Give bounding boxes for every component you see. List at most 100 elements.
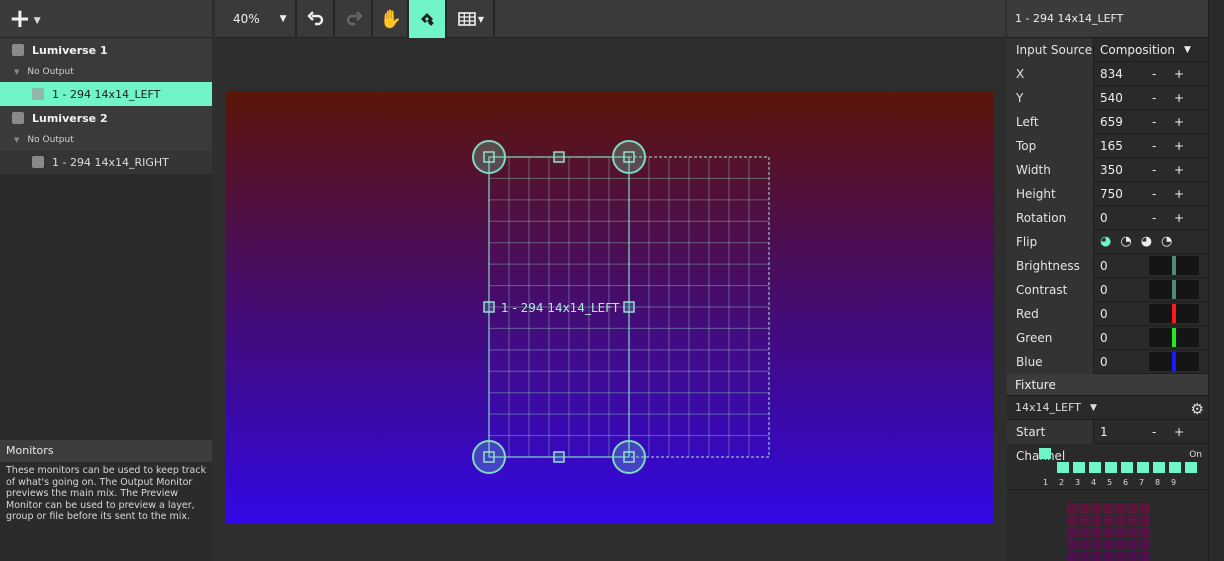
add-menu[interactable]: + ▼ <box>0 0 212 38</box>
universe-checkbox[interactable] <box>12 112 24 124</box>
increment-button[interactable]: + <box>1174 139 1184 153</box>
decrement-button[interactable]: - <box>1152 187 1156 201</box>
triangle-down-icon[interactable]: ▼ <box>14 136 19 144</box>
prop-value-field[interactable]: 0 <box>1094 350 1208 374</box>
panel-title: 1 - 294 14x14_LEFT <box>1007 0 1208 38</box>
plus-icon[interactable]: + <box>9 6 31 32</box>
flip-vertical-icon[interactable]: ◕ <box>1141 234 1152 249</box>
decrement-button[interactable]: - <box>1152 91 1156 105</box>
channel-cell[interactable] <box>1185 462 1197 473</box>
prop-label: Rotation <box>1007 205 1094 230</box>
prop-value-field[interactable]: 0 <box>1094 254 1208 278</box>
preview-pixel <box>1127 515 1138 526</box>
handle-bottom-left[interactable] <box>472 440 506 474</box>
increment-button[interactable]: + <box>1174 67 1184 81</box>
monitors-header: Monitors <box>0 440 212 462</box>
prop-value-field[interactable]: 540 - + <box>1094 86 1208 110</box>
layers-panel: + ▼ Lumiverse 1 ▼ No Output 1 - 294 14x1… <box>0 0 212 561</box>
flip-horizontal-icon[interactable]: ◔ <box>1120 234 1131 249</box>
preview-pixel <box>1115 551 1126 561</box>
scrollbar[interactable] <box>1208 0 1224 561</box>
preview-pixel <box>1067 503 1078 514</box>
prop-value-field[interactable]: 0 <box>1094 326 1208 350</box>
flip-row: Flip ◕ ◔ ◕ ◔ <box>1007 229 1208 254</box>
prop-label: Brightness <box>1007 253 1094 278</box>
fixture-overlay[interactable]: 1 - 294 14x14_LEFT <box>215 0 1005 561</box>
channel-cell[interactable] <box>1073 462 1085 473</box>
channel-cell[interactable] <box>1039 448 1051 459</box>
brightness-slider[interactable] <box>1149 255 1199 275</box>
decrement-button[interactable]: - <box>1152 67 1156 81</box>
prop-value-field[interactable]: 0 <box>1094 278 1208 302</box>
channel-cell[interactable] <box>1169 462 1181 473</box>
universe-checkbox[interactable] <box>12 44 24 56</box>
color-props: Brightness 0 Contrast 0 Red 0 Green 0 Blue 0 <box>1007 253 1208 374</box>
fixture-checkbox[interactable] <box>32 156 44 168</box>
input-source-select[interactable]: Composition ▼ <box>1094 38 1208 62</box>
red-slider[interactable] <box>1149 303 1199 323</box>
fixture-stage-label: 1 - 294 14x14_LEFT <box>501 301 620 315</box>
contrast-slider[interactable] <box>1149 279 1199 299</box>
decrement-button[interactable]: - <box>1152 425 1156 439</box>
universe-output-1[interactable]: ▼ No Output <box>0 62 212 82</box>
increment-button[interactable]: + <box>1174 163 1184 177</box>
prop-value-field[interactable]: 834 - + <box>1094 62 1208 86</box>
triangle-down-icon[interactable]: ▼ <box>14 68 19 76</box>
handle-left[interactable] <box>483 301 495 313</box>
channel-cell[interactable] <box>1153 462 1165 473</box>
preview-pixel <box>1103 503 1114 514</box>
decrement-button[interactable]: - <box>1152 139 1156 153</box>
channel-cell[interactable] <box>1121 462 1133 473</box>
preview-pixel <box>1067 551 1078 561</box>
start-channel-field[interactable]: 1 - + <box>1094 420 1208 444</box>
blue-slider[interactable] <box>1149 351 1199 371</box>
increment-button[interactable]: + <box>1174 187 1184 201</box>
green-slider[interactable] <box>1149 327 1199 347</box>
increment-button[interactable]: + <box>1174 211 1184 225</box>
handle-bottom-right[interactable] <box>612 440 646 474</box>
prop-label: Red <box>1007 301 1094 326</box>
handle-top-right[interactable] <box>612 140 646 174</box>
channel-map[interactable]: On 1 2 3 4 5 6 7 8 9 <box>1007 444 1208 490</box>
chevron-down-icon[interactable]: ▼ <box>34 16 41 26</box>
handle-right[interactable] <box>623 301 635 313</box>
handle-bottom[interactable] <box>553 451 565 463</box>
decrement-button[interactable]: - <box>1152 211 1156 225</box>
slider-thumb[interactable] <box>1172 351 1176 371</box>
channel-cell[interactable] <box>1137 462 1149 473</box>
handle-top-left[interactable] <box>472 140 506 174</box>
channel-number: 8 <box>1155 478 1161 487</box>
prop-value-field[interactable]: 0 <box>1094 302 1208 326</box>
prop-value-field[interactable]: 750 - + <box>1094 182 1208 206</box>
increment-button[interactable]: + <box>1174 91 1184 105</box>
fixture-checkbox[interactable] <box>32 88 44 100</box>
increment-button[interactable]: + <box>1174 115 1184 129</box>
universe-item-2[interactable]: Lumiverse 2 <box>0 106 212 130</box>
channel-cell[interactable] <box>1057 462 1069 473</box>
slider-thumb[interactable] <box>1172 327 1176 347</box>
decrement-button[interactable]: - <box>1152 115 1156 129</box>
channel-cell[interactable] <box>1105 462 1117 473</box>
fixture-item-left[interactable]: 1 - 294 14x14_LEFT <box>0 82 212 106</box>
universe-label: Lumiverse 1 <box>32 43 108 57</box>
channel-cell[interactable] <box>1089 462 1101 473</box>
increment-button[interactable]: + <box>1174 425 1184 439</box>
prop-value-field[interactable]: 350 - + <box>1094 158 1208 182</box>
universe-item-1[interactable]: Lumiverse 1 <box>0 38 212 62</box>
gear-icon[interactable]: ⚙ <box>1191 400 1204 418</box>
universe-output-2[interactable]: ▼ No Output <box>0 130 212 150</box>
flip-none-icon[interactable]: ◕ <box>1100 234 1111 249</box>
slider-thumb[interactable] <box>1172 255 1176 275</box>
fixture-item-right[interactable]: 1 - 294 14x14_RIGHT <box>0 150 212 174</box>
preview-pixel <box>1139 515 1150 526</box>
prop-value-field[interactable]: 165 - + <box>1094 134 1208 158</box>
prop-value-field[interactable]: 659 - + <box>1094 110 1208 134</box>
slider-thumb[interactable] <box>1172 279 1176 299</box>
decrement-button[interactable]: - <box>1152 163 1156 177</box>
slider-thumb[interactable] <box>1172 303 1176 323</box>
prop-value-field[interactable]: 0 - + <box>1094 206 1208 230</box>
flip-both-icon[interactable]: ◔ <box>1161 234 1172 249</box>
fixture-select[interactable]: 14x14_LEFT ▼ ⚙ <box>1007 396 1208 420</box>
handle-top[interactable] <box>553 151 565 163</box>
preview-pixel <box>1115 539 1126 550</box>
